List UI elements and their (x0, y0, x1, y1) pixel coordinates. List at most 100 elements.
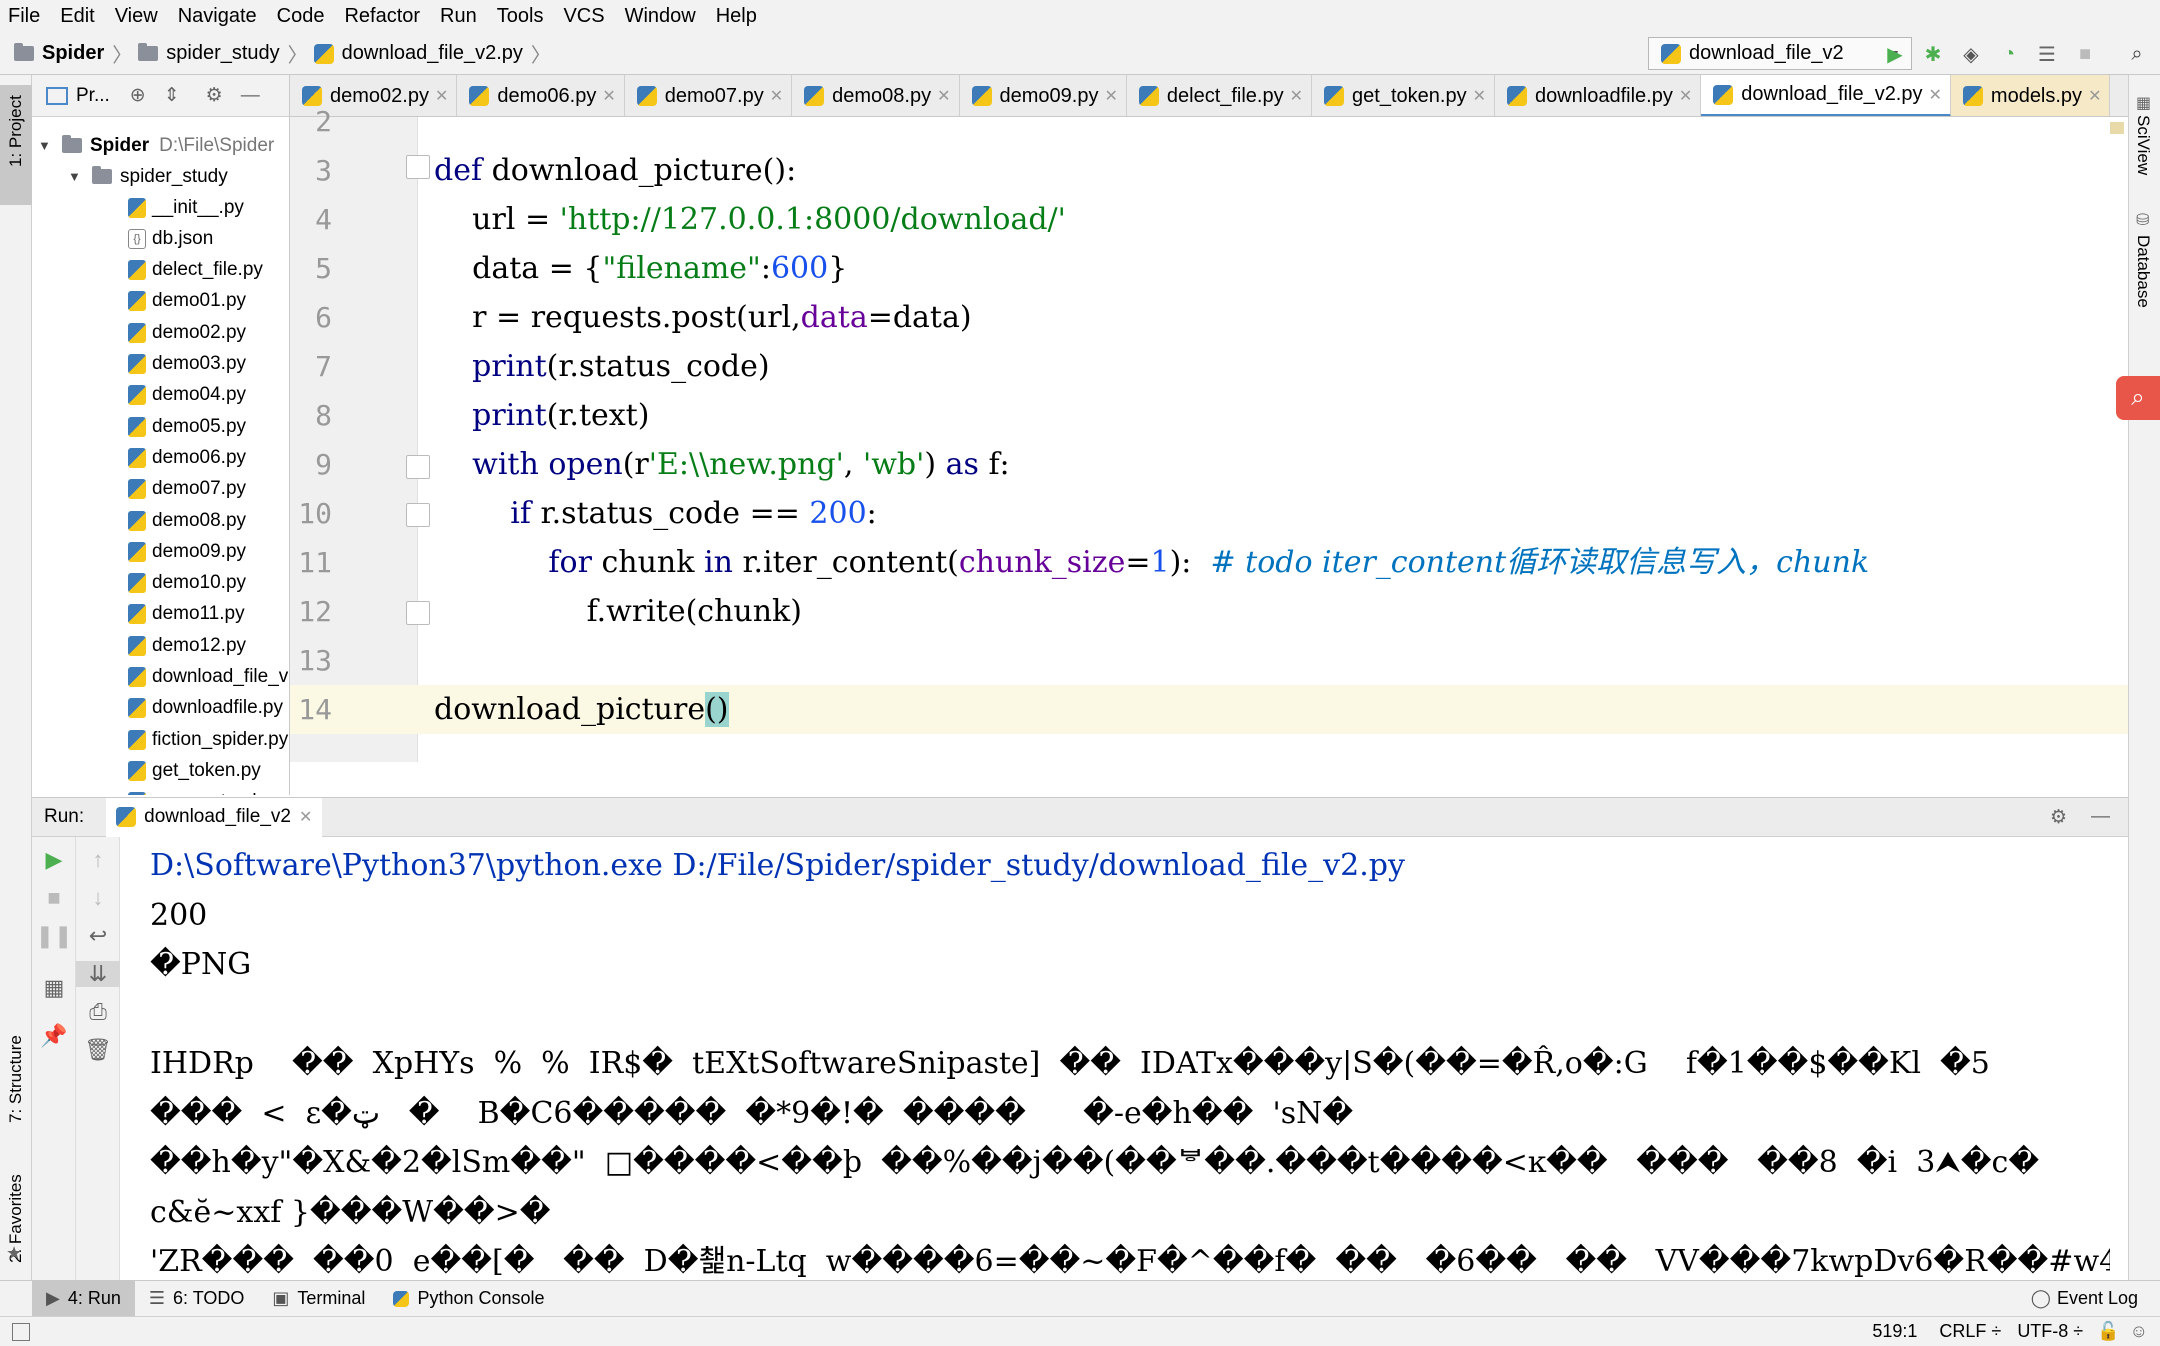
tree-file[interactable]: demo07.py (128, 474, 246, 505)
pin-icon[interactable]: 📌 (32, 1023, 76, 1049)
toggle-tool-windows-icon[interactable] (12, 1322, 30, 1341)
project-tool-button[interactable]: 1: Project (0, 85, 32, 205)
editor-tab[interactable]: demo06.py ✕ (457, 75, 625, 116)
soft-wrap-icon[interactable]: ↩ (76, 923, 120, 949)
fold-marker[interactable] (406, 503, 430, 527)
tree-file[interactable]: demo08.py (128, 505, 246, 536)
profile-icon[interactable]: ◔ (1996, 41, 2022, 67)
fold-marker[interactable] (406, 455, 430, 479)
editor-tab[interactable]: demo08.py ✕ (792, 75, 960, 116)
tree-file[interactable]: {} db.json (128, 223, 213, 254)
layout-icon[interactable]: ▦ (32, 975, 76, 1001)
target-icon[interactable]: ⊕ (130, 84, 146, 107)
editor-tab[interactable]: demo07.py ✕ (625, 75, 793, 116)
tab-run[interactable]: ▶ 4: Run (32, 1280, 135, 1317)
editor-tab[interactable]: downloadfile.py ✕ (1495, 75, 1702, 116)
menu-window[interactable]: Window (615, 5, 706, 28)
breadcrumb-folder[interactable]: spider_study (166, 42, 279, 65)
tree-file[interactable]: demo04.py (128, 380, 246, 411)
close-icon[interactable]: ✕ (299, 807, 312, 827)
close-icon[interactable]: ✕ (1929, 85, 1942, 105)
menu-help[interactable]: Help (706, 5, 767, 28)
concurrency-icon[interactable]: ☰ (2034, 41, 2060, 67)
tree-file[interactable]: delect_file.py (128, 255, 263, 286)
tab-python-console[interactable]: Python Console (379, 1281, 558, 1317)
structure-tool-button[interactable]: 7: Structure (0, 995, 32, 1125)
fold-marker[interactable] (406, 155, 430, 179)
search-icon[interactable]: ⌕ (2124, 41, 2150, 67)
tree-file[interactable]: demo10.py (128, 568, 246, 599)
menu-file[interactable]: File (0, 5, 50, 28)
tree-file[interactable]: demo03.py (128, 349, 246, 380)
favorites-tool-button[interactable]: 2: Favorites ★ (0, 1145, 32, 1275)
caret-position[interactable]: 519:1 (1872, 1321, 1917, 1342)
breadcrumb-file[interactable]: download_file_v2.py (342, 42, 523, 65)
close-icon[interactable]: ✕ (937, 86, 950, 106)
inspector-icon[interactable]: ☺ (2130, 1321, 2148, 1342)
search-icon[interactable]: ⌕ (2116, 376, 2160, 420)
close-icon[interactable]: ✕ (435, 86, 448, 106)
tree-file[interactable]: downloadfile.py (128, 693, 283, 724)
close-icon[interactable]: ✕ (1104, 86, 1117, 106)
event-log-button[interactable]: ◯ Event Log (2017, 1281, 2152, 1317)
tree-file[interactable]: demo11.py (128, 599, 245, 630)
menu-code[interactable]: Code (267, 5, 335, 28)
trash-icon[interactable]: 🗑 (76, 1037, 120, 1063)
menu-navigate[interactable]: Navigate (168, 5, 267, 28)
tree-file[interactable]: fiction_spider.py (128, 724, 288, 755)
arrow-down-icon[interactable]: ↓ (76, 885, 120, 911)
coverage-icon[interactable]: ◈ (1958, 41, 1984, 67)
project-view-label[interactable]: Pr... (76, 85, 110, 107)
tree-file[interactable]: demo12.py (128, 630, 246, 661)
arrow-up-icon[interactable]: ↑ (76, 847, 120, 873)
close-icon[interactable]: ✕ (1290, 86, 1303, 106)
tree-file[interactable]: get_token.py (128, 755, 261, 786)
print-icon[interactable]: ⎙ (76, 999, 120, 1025)
tree-file[interactable]: grequests_demo (128, 787, 289, 795)
lock-icon[interactable]: 🔓 (2097, 1321, 2119, 1342)
menu-view[interactable]: View (105, 5, 168, 28)
close-icon[interactable]: ✕ (770, 86, 783, 106)
debug-icon[interactable]: ✱ (1920, 41, 1946, 67)
tree-file[interactable]: demo05.py (128, 411, 246, 442)
line-separator[interactable]: CRLF ÷ (1939, 1321, 2001, 1342)
file-encoding[interactable]: UTF-8 ÷ (2017, 1321, 2083, 1342)
menu-refactor[interactable]: Refactor (334, 5, 430, 28)
tree-file[interactable]: demo09.py (128, 536, 246, 567)
run-icon[interactable]: ▶ (1882, 41, 1908, 67)
collapse-icon[interactable]: ⇕ (164, 84, 180, 107)
tab-todo[interactable]: ☰ 6: TODO (135, 1281, 259, 1317)
editor-tab[interactable]: get_token.py ✕ (1312, 75, 1495, 116)
tree-file[interactable]: demo01.py (128, 286, 246, 317)
menu-run[interactable]: Run (430, 5, 487, 28)
run-configuration-select[interactable]: download_file_v2 ▼ (1648, 37, 1912, 70)
minimize-icon[interactable]: — (241, 85, 260, 107)
menu-edit[interactable]: Edit (50, 5, 104, 28)
gear-icon[interactable]: ⚙ (206, 84, 223, 107)
stop-icon[interactable]: ■ (32, 885, 76, 911)
rerun-icon[interactable]: ▶ (32, 847, 76, 873)
tree-file[interactable]: download_file_v (128, 662, 288, 693)
tab-terminal[interactable]: ▣ Terminal (258, 1281, 379, 1317)
minimize-icon[interactable]: — (2091, 806, 2110, 828)
tree-file[interactable]: demo02.py (128, 317, 246, 348)
editor-tab[interactable]: delect_file.py ✕ (1127, 75, 1313, 116)
editor-tab[interactable]: models.py ✕ (1950, 75, 2111, 116)
stop-icon[interactable]: ■ (2072, 41, 2098, 67)
tree-file[interactable]: __init__.py (128, 192, 244, 223)
close-icon[interactable]: ✕ (602, 86, 615, 106)
scroll-to-end-icon[interactable]: ⇊ (76, 961, 120, 987)
editor-tab[interactable]: download_file_v2.py ✕ (1701, 75, 1951, 116)
menu-vcs[interactable]: VCS (553, 5, 614, 28)
gear-icon[interactable]: ⚙ (2050, 806, 2067, 829)
tree-file[interactable]: demo06.py (128, 442, 246, 473)
database-tool-label[interactable]: Database (2133, 235, 2153, 308)
run-tab[interactable]: download_file_v2 ✕ (106, 797, 323, 837)
fold-marker[interactable] (406, 601, 430, 625)
pause-icon[interactable]: ❚❚ (32, 923, 76, 949)
menu-tools[interactable]: Tools (487, 5, 554, 28)
sciview-tool-label[interactable]: SciView (2133, 115, 2153, 175)
close-icon[interactable]: ✕ (1473, 86, 1486, 106)
tree-folder[interactable]: ▼ spider_study (68, 161, 228, 192)
close-icon[interactable]: ✕ (1679, 86, 1692, 106)
